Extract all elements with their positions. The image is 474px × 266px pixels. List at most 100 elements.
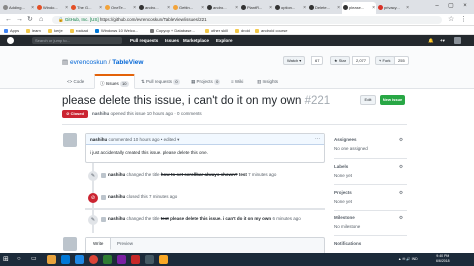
menu-icon[interactable]: ⋮ bbox=[460, 15, 467, 25]
tab-preview[interactable]: Preview bbox=[110, 238, 140, 250]
nav-pull-requests[interactable]: Pull requests bbox=[130, 35, 158, 46]
author-link[interactable]: nashihu bbox=[92, 111, 109, 116]
tab-insights[interactable]: ▥ Insights bbox=[252, 74, 283, 89]
search-input[interactable]: Search or jump to... bbox=[32, 37, 122, 44]
close-icon[interactable]: × bbox=[99, 2, 102, 14]
repo-name-link[interactable]: TableView bbox=[112, 59, 143, 66]
clock[interactable]: 9:40 PM 6/6/2018 bbox=[436, 254, 450, 264]
browser-tab[interactable]: andro... × bbox=[206, 2, 239, 14]
plus-icon[interactable]: +▾ bbox=[440, 35, 445, 46]
bookmark-item[interactable]: Copyop + Database... bbox=[150, 26, 195, 35]
sidebar-heading-milestone[interactable]: Milestone bbox=[334, 215, 355, 220]
browser-tab[interactable]: The G... × bbox=[70, 2, 103, 14]
tab-write[interactable]: Write bbox=[86, 238, 112, 250]
sidebar-heading-assignees[interactable]: Assignees bbox=[334, 137, 357, 142]
sidebar-heading-projects[interactable]: Projects bbox=[334, 190, 352, 195]
maximize-icon[interactable]: ▢ bbox=[444, 0, 458, 12]
browser-tab-active[interactable]: please... × bbox=[342, 2, 376, 14]
sidebar-heading-labels[interactable]: Labels bbox=[334, 164, 348, 169]
edit-button[interactable]: Edit bbox=[360, 95, 376, 105]
tab-pull-requests[interactable]: ⇅ Pull requests 0 bbox=[136, 74, 185, 89]
close-icon[interactable]: × bbox=[133, 2, 136, 14]
bookmark-item[interactable]: Apps bbox=[4, 26, 19, 35]
tab-projects[interactable]: ▦ Projects 0 bbox=[186, 74, 225, 89]
comment-author[interactable]: nashihu bbox=[90, 137, 107, 142]
nav-marketplace[interactable]: Marketplace bbox=[183, 35, 209, 46]
file-explorer-icon[interactable] bbox=[47, 255, 56, 264]
browser-tab[interactable]: Adding... × bbox=[2, 2, 35, 14]
new-issue-button[interactable]: New issue bbox=[380, 95, 405, 105]
close-icon[interactable]: × bbox=[406, 2, 409, 14]
bookmark-item[interactable]: learn bbox=[26, 26, 41, 35]
browser-tab[interactable]: OneTe... × bbox=[104, 2, 137, 14]
watch-count[interactable]: 67 bbox=[311, 56, 324, 65]
fork-button[interactable]: ⑂ Fork bbox=[375, 56, 395, 65]
bookmark-item[interactable]: droid bbox=[235, 26, 250, 35]
search-icon[interactable]: ○ bbox=[17, 255, 26, 264]
reload-icon[interactable]: ↻ bbox=[27, 15, 33, 25]
bookmark-item[interactable]: rockad bbox=[70, 26, 88, 35]
home-icon[interactable]: ⌂ bbox=[39, 15, 43, 25]
window-close-icon[interactable]: × bbox=[458, 0, 472, 12]
app-icon[interactable] bbox=[159, 255, 168, 264]
bell-icon[interactable]: 🔔 bbox=[428, 35, 434, 46]
avatar[interactable] bbox=[63, 237, 77, 251]
close-icon[interactable]: × bbox=[303, 2, 306, 14]
chrome-icon[interactable] bbox=[89, 255, 98, 264]
app-icon[interactable] bbox=[131, 255, 140, 264]
avatar[interactable] bbox=[63, 133, 77, 147]
star-button[interactable]: ★ Star bbox=[330, 56, 351, 65]
system-tray[interactable]: ▲ ✉ 🔊 IND bbox=[398, 253, 418, 266]
app-icon[interactable] bbox=[103, 255, 112, 264]
mail-icon[interactable] bbox=[75, 255, 84, 264]
close-icon[interactable]: × bbox=[201, 2, 204, 14]
close-icon[interactable]: × bbox=[65, 2, 68, 14]
app-icon[interactable] bbox=[117, 255, 126, 264]
repo-owner-link[interactable]: evrencoskun bbox=[70, 59, 107, 66]
minimize-icon[interactable]: – bbox=[430, 0, 444, 12]
star-bookmark-icon[interactable]: ☆ bbox=[448, 15, 454, 25]
task-view-icon[interactable]: ▭ bbox=[31, 255, 40, 264]
browser-tab[interactable]: Gettin... × bbox=[172, 2, 205, 14]
windows-start-icon[interactable]: ⊞ bbox=[3, 255, 12, 264]
github-logo-icon[interactable] bbox=[7, 37, 14, 44]
url-field[interactable]: 🔒 GitHub, Inc. [US] https://github.com/e… bbox=[52, 16, 442, 24]
close-icon[interactable]: × bbox=[235, 2, 238, 14]
avatar[interactable] bbox=[101, 217, 106, 222]
store-icon[interactable] bbox=[61, 255, 70, 264]
avatar[interactable] bbox=[101, 195, 106, 200]
app-icon[interactable] bbox=[145, 255, 154, 264]
browser-tab[interactable]: privacy... × bbox=[377, 2, 410, 14]
forward-icon[interactable]: → bbox=[16, 15, 23, 25]
browser-tab[interactable]: Delete... × bbox=[308, 2, 341, 14]
close-icon[interactable]: × bbox=[31, 2, 34, 14]
close-icon[interactable]: × bbox=[269, 2, 272, 14]
browser-tab[interactable]: andro... × bbox=[138, 2, 171, 14]
bookmark-item[interactable]: kerje bbox=[48, 26, 63, 35]
fork-count[interactable]: 255 bbox=[394, 56, 409, 65]
nav-issues[interactable]: Issues bbox=[165, 35, 179, 46]
bookmark-item[interactable]: other skill bbox=[205, 26, 228, 35]
bookmark-item[interactable]: android course bbox=[255, 26, 287, 35]
close-icon[interactable]: × bbox=[372, 2, 375, 14]
star-count[interactable]: 2,077 bbox=[352, 56, 371, 65]
browser-tab[interactable]: Windo... × bbox=[36, 2, 69, 14]
gear-icon[interactable]: ⚙ bbox=[399, 137, 403, 143]
close-icon[interactable]: × bbox=[337, 2, 340, 14]
watch-button[interactable]: Watch ▾ bbox=[283, 56, 306, 65]
bookmark-item[interactable]: Windows 10 Welco... bbox=[95, 26, 138, 35]
tab-issues[interactable]: ⓘ Issues 10 bbox=[94, 74, 135, 89]
gear-icon[interactable]: ⚙ bbox=[399, 164, 403, 170]
browser-tab[interactable]: option... × bbox=[274, 2, 307, 14]
tab-code[interactable]: <> Code bbox=[62, 74, 89, 89]
back-icon[interactable]: ← bbox=[5, 15, 12, 25]
browser-tab[interactable]: PlantR... × bbox=[240, 2, 273, 14]
gear-icon[interactable]: ⚙ bbox=[399, 190, 403, 196]
user-avatar[interactable] bbox=[454, 37, 461, 44]
gear-icon[interactable]: ⚙ bbox=[399, 215, 403, 221]
nav-explore[interactable]: Explore bbox=[216, 35, 233, 46]
avatar[interactable] bbox=[101, 173, 106, 178]
close-icon[interactable]: × bbox=[167, 2, 170, 14]
more-options-icon[interactable]: ··· bbox=[315, 134, 320, 145]
tab-wiki[interactable]: ≡ Wiki bbox=[226, 74, 248, 89]
